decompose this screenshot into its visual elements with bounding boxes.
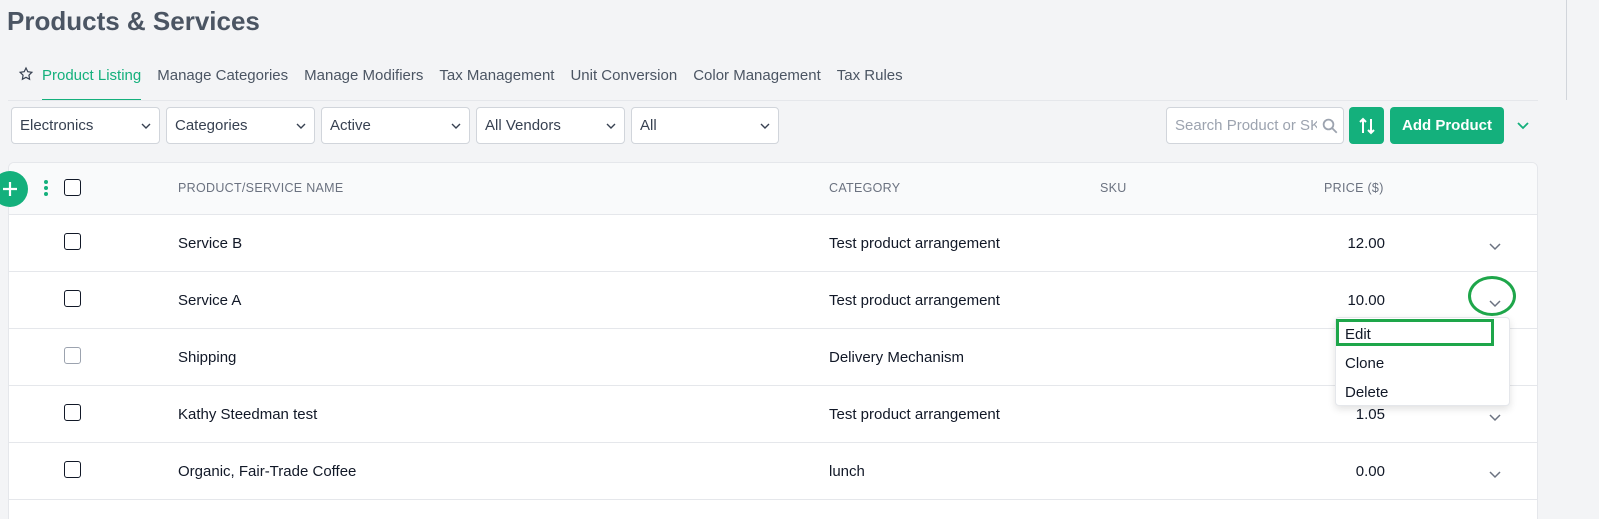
row-checkbox[interactable] (64, 347, 81, 364)
product-category: Test product arrangement (829, 292, 1000, 309)
product-name: Organic, Fair-Trade Coffee (178, 463, 357, 480)
tab-bar: Product Listing Manage Categories Manage… (18, 58, 919, 101)
chevron-down-icon[interactable] (1488, 410, 1502, 424)
scrollbar-edge (1566, 0, 1567, 100)
chevron-down-icon[interactable] (1488, 239, 1502, 253)
tab-manage-categories[interactable]: Manage Categories (157, 58, 288, 101)
tab-tax-management[interactable]: Tax Management (439, 58, 554, 101)
product-category: Delivery Mechanism (829, 349, 965, 366)
vendors-value: All Vendors (485, 117, 561, 134)
tab-product-listing[interactable]: Product Listing (42, 58, 142, 101)
search-input[interactable] (1175, 117, 1317, 134)
plus-icon (3, 182, 17, 196)
table-row[interactable]: Shipping Delivery Mechanism (9, 329, 1537, 386)
table-row[interactable]: Service A Test product arrangement 10.00 (9, 272, 1537, 329)
product-name: Service A (178, 292, 242, 309)
status-select[interactable]: Active (321, 107, 470, 144)
categories-value: Categories (175, 117, 248, 134)
header-sku[interactable]: SKU (1100, 181, 1127, 195)
chevron-down-icon[interactable] (1488, 296, 1502, 310)
product-category: Test product arrangement (829, 235, 1000, 252)
status-value: Active (330, 117, 371, 134)
page-title: Products & Services (7, 6, 260, 36)
search-box (1166, 107, 1344, 144)
menu-item-clone[interactable]: Clone (1345, 355, 1384, 372)
categories-select[interactable]: Categories (166, 107, 315, 144)
table-header: PRODUCT/SERVICE NAME CATEGORY SKU PRICE … (9, 163, 1537, 215)
product-price: 12.00 (1347, 235, 1385, 252)
select-all-checkbox[interactable] (64, 179, 81, 196)
tab-color-management[interactable]: Color Management (693, 58, 821, 101)
product-price: 1.05 (1355, 406, 1385, 423)
tabs-divider (8, 100, 1538, 101)
vendors-select[interactable]: All Vendors (476, 107, 625, 144)
tab-manage-modifiers[interactable]: Manage Modifiers (304, 58, 423, 101)
product-price: 0.00 (1355, 463, 1385, 480)
type-value: All (640, 117, 657, 134)
products-table: PRODUCT/SERVICE NAME CATEGORY SKU PRICE … (8, 162, 1538, 519)
product-name: Service B (178, 235, 243, 252)
type-select[interactable]: All (631, 107, 779, 144)
products-page: Products & Services Product Listing Mana… (0, 0, 1599, 519)
product-name: Kathy Steedman test (178, 406, 318, 423)
row-checkbox[interactable] (64, 233, 81, 250)
header-price[interactable]: PRICE ($) (1324, 181, 1384, 195)
product-category: lunch (829, 463, 865, 480)
row-checkbox[interactable] (64, 404, 81, 421)
sort-button[interactable] (1349, 107, 1384, 144)
chevron-down-icon (296, 123, 306, 129)
row-checkbox[interactable] (64, 290, 81, 307)
chevron-down-icon (606, 123, 616, 129)
product-category: Test product arrangement (829, 406, 1000, 423)
chevron-down-icon[interactable] (1514, 116, 1532, 134)
category-group-value: Electronics (20, 117, 94, 134)
search-icon[interactable] (1321, 117, 1339, 135)
sort-arrows-icon (1358, 117, 1375, 134)
table-row[interactable]: Organic, Fair-Trade Coffee lunch 0.00 (9, 443, 1537, 500)
row-action-menu: Edit Clone Delete (1335, 317, 1510, 406)
product-price: 10.00 (1347, 292, 1385, 309)
category-group-select[interactable]: Electronics (11, 107, 160, 144)
tab-unit-conversion[interactable]: Unit Conversion (570, 58, 677, 101)
chevron-down-icon (141, 123, 151, 129)
chevron-down-icon[interactable] (1488, 467, 1502, 481)
column-options-icon[interactable] (43, 179, 49, 197)
header-name[interactable]: PRODUCT/SERVICE NAME (178, 181, 344, 195)
row-checkbox[interactable] (64, 461, 81, 478)
product-name: Shipping (178, 349, 237, 366)
chevron-down-icon (451, 123, 461, 129)
table-row[interactable]: Kathy Steedman test Test product arrange… (9, 386, 1537, 443)
star-icon[interactable] (18, 66, 34, 82)
table-row[interactable]: Service B Test product arrangement 12.00 (9, 215, 1537, 272)
add-product-button[interactable]: Add Product (1390, 107, 1504, 144)
filter-bar: Electronics Categories Active All Vendor… (11, 107, 779, 144)
header-category[interactable]: CATEGORY (829, 181, 900, 195)
tab-tax-rules[interactable]: Tax Rules (837, 58, 903, 101)
menu-item-edit[interactable]: Edit (1345, 326, 1371, 343)
menu-item-delete[interactable]: Delete (1345, 384, 1388, 401)
chevron-down-icon (760, 123, 770, 129)
